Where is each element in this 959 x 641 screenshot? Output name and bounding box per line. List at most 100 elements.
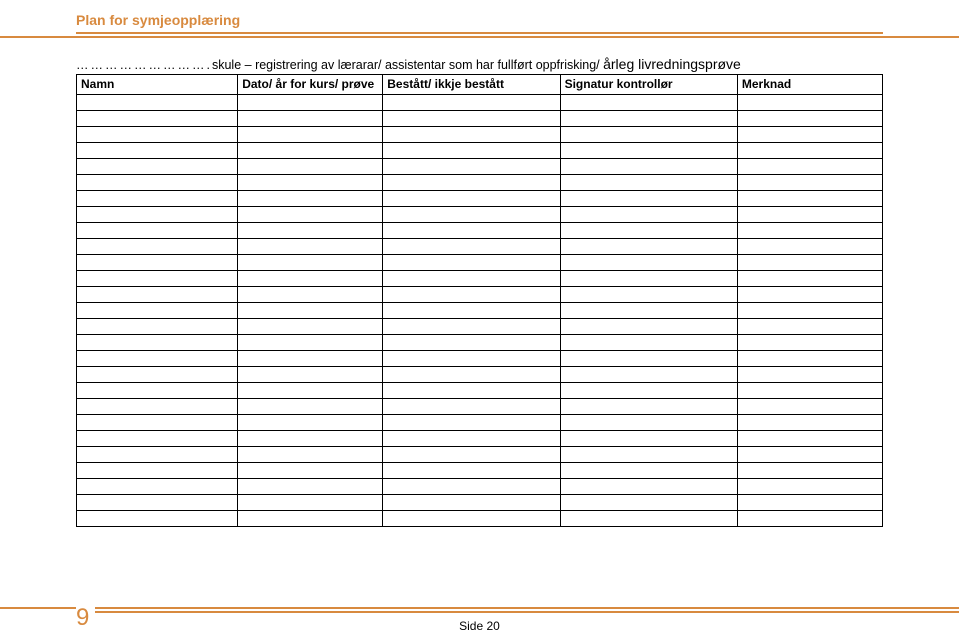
table-cell bbox=[238, 383, 383, 399]
table-cell bbox=[238, 463, 383, 479]
table-row bbox=[77, 159, 883, 175]
table-cell bbox=[238, 447, 383, 463]
table-row bbox=[77, 415, 883, 431]
document-footer: 9 Side 20 bbox=[0, 607, 959, 633]
table-row bbox=[77, 447, 883, 463]
table-cell bbox=[383, 319, 560, 335]
table-cell bbox=[238, 415, 383, 431]
table-cell bbox=[383, 351, 560, 367]
table-cell bbox=[77, 479, 238, 495]
table-row bbox=[77, 175, 883, 191]
table-cell bbox=[383, 335, 560, 351]
table-cell bbox=[560, 239, 737, 255]
table-cell bbox=[238, 223, 383, 239]
table-row bbox=[77, 255, 883, 271]
table-cell bbox=[238, 303, 383, 319]
table-cell bbox=[737, 223, 882, 239]
table-cell bbox=[383, 287, 560, 303]
table-cell bbox=[238, 287, 383, 303]
table-cell bbox=[238, 255, 383, 271]
table-cell bbox=[238, 431, 383, 447]
table-row bbox=[77, 191, 883, 207]
table-body bbox=[77, 95, 883, 527]
table-cell bbox=[77, 399, 238, 415]
table-cell bbox=[238, 319, 383, 335]
intro-text: ……………………….skule – registrering av lærara… bbox=[76, 56, 883, 72]
table-cell bbox=[737, 191, 882, 207]
table-cell bbox=[238, 335, 383, 351]
table-cell bbox=[560, 319, 737, 335]
table-row bbox=[77, 207, 883, 223]
table-cell bbox=[560, 351, 737, 367]
table-cell bbox=[737, 351, 882, 367]
table-cell bbox=[77, 383, 238, 399]
table-cell bbox=[77, 95, 238, 111]
table-cell bbox=[77, 175, 238, 191]
table-cell bbox=[383, 431, 560, 447]
table-cell bbox=[560, 479, 737, 495]
table-cell bbox=[560, 95, 737, 111]
table-cell bbox=[77, 255, 238, 271]
table-cell bbox=[560, 303, 737, 319]
table-cell bbox=[383, 223, 560, 239]
table-cell bbox=[737, 159, 882, 175]
table-cell bbox=[77, 335, 238, 351]
table-cell bbox=[737, 399, 882, 415]
table-cell bbox=[383, 207, 560, 223]
table-cell bbox=[737, 495, 882, 511]
table-cell bbox=[77, 159, 238, 175]
table-cell bbox=[238, 399, 383, 415]
table-cell bbox=[238, 95, 383, 111]
table-cell bbox=[383, 175, 560, 191]
table-cell bbox=[560, 143, 737, 159]
table-cell bbox=[77, 239, 238, 255]
table-cell bbox=[238, 127, 383, 143]
table-cell bbox=[737, 207, 882, 223]
table-row bbox=[77, 479, 883, 495]
table-cell bbox=[737, 335, 882, 351]
table-cell bbox=[383, 367, 560, 383]
table-cell bbox=[737, 415, 882, 431]
table-cell bbox=[238, 479, 383, 495]
table-cell bbox=[737, 175, 882, 191]
table-cell bbox=[737, 383, 882, 399]
table-cell bbox=[238, 111, 383, 127]
table-row bbox=[77, 223, 883, 239]
table-cell bbox=[238, 175, 383, 191]
table-cell bbox=[77, 303, 238, 319]
table-cell bbox=[383, 303, 560, 319]
table-cell bbox=[238, 143, 383, 159]
table-cell bbox=[77, 431, 238, 447]
table-row bbox=[77, 319, 883, 335]
table-cell bbox=[737, 95, 882, 111]
table-cell bbox=[560, 271, 737, 287]
table-cell bbox=[238, 191, 383, 207]
intro-regular: skule – registrering av lærarar/ assiste… bbox=[212, 58, 603, 72]
intro-large: årleg livredningsprøve bbox=[603, 56, 741, 72]
table-cell bbox=[77, 207, 238, 223]
table-cell bbox=[737, 319, 882, 335]
table-cell bbox=[560, 223, 737, 239]
document-header: Plan for symjeopplæring bbox=[0, 0, 959, 32]
col-header-dato: Dato/ år for kurs/ prøve bbox=[238, 75, 383, 95]
table-row bbox=[77, 127, 883, 143]
table-cell bbox=[77, 111, 238, 127]
table-cell bbox=[238, 351, 383, 367]
table-cell bbox=[737, 431, 882, 447]
table-cell bbox=[383, 255, 560, 271]
table-cell bbox=[77, 143, 238, 159]
table-cell bbox=[737, 255, 882, 271]
table-cell bbox=[560, 159, 737, 175]
document-content: ……………………….skule – registrering av lærara… bbox=[0, 38, 959, 527]
table-cell bbox=[737, 463, 882, 479]
table-row bbox=[77, 383, 883, 399]
table-cell bbox=[77, 191, 238, 207]
table-cell bbox=[737, 287, 882, 303]
table-cell bbox=[560, 287, 737, 303]
table-cell bbox=[383, 495, 560, 511]
table-cell bbox=[560, 399, 737, 415]
table-row bbox=[77, 303, 883, 319]
col-header-signatur: Signatur kontrollør bbox=[560, 75, 737, 95]
table-cell bbox=[560, 383, 737, 399]
table-cell bbox=[560, 495, 737, 511]
